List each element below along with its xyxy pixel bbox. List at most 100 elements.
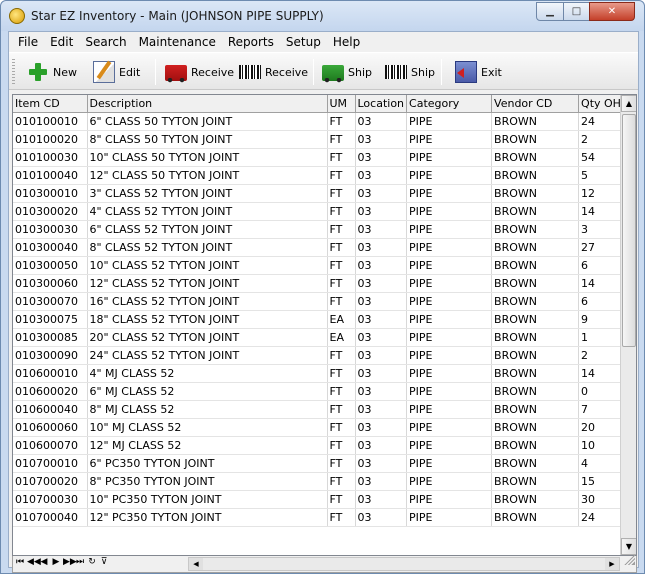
cell-location[interactable]: 03: [355, 274, 408, 293]
column-header-vendor-cd[interactable]: Vendor CD: [491, 95, 580, 113]
cell-item-cd[interactable]: 010300090: [13, 346, 88, 365]
cell-location[interactable]: 03: [355, 472, 408, 491]
nav-first-button[interactable]: ⏮: [15, 557, 25, 567]
cell-category[interactable]: PIPE: [406, 184, 493, 203]
cell-vendor-cd[interactable]: BROWN: [491, 364, 580, 383]
edit-button[interactable]: Edit: [93, 59, 140, 85]
cell-category[interactable]: PIPE: [406, 382, 493, 401]
table-row[interactable]: 010300090 24" CLASS 52 TYTON JOINT FT 03 PIP…: [13, 346, 624, 365]
cell-location[interactable]: 03: [355, 130, 408, 149]
cell-location[interactable]: 03: [355, 310, 408, 329]
cell-um[interactable]: FT: [327, 112, 356, 131]
cell-um[interactable]: FT: [327, 346, 356, 365]
cell-category[interactable]: PIPE: [406, 310, 493, 329]
receive-barcode-button[interactable]: Receive: [239, 59, 308, 85]
cell-description[interactable]: 12" PC350 TYTON JOINT: [87, 508, 328, 527]
cell-description[interactable]: 6" CLASS 52 TYTON JOINT: [87, 220, 328, 239]
table-row[interactable]: 010300070 16" CLASS 52 TYTON JOINT FT 03 PIP…: [13, 292, 624, 311]
cell-item-cd[interactable]: 010600020: [13, 382, 88, 401]
cell-um[interactable]: FT: [327, 274, 356, 293]
cell-category[interactable]: PIPE: [406, 130, 493, 149]
table-row[interactable]: 010100040 12" CLASS 50 TYTON JOINT FT 03 PIP…: [13, 166, 624, 185]
cell-vendor-cd[interactable]: BROWN: [491, 382, 580, 401]
ship-button[interactable]: Ship: [322, 59, 372, 85]
cell-category[interactable]: PIPE: [406, 148, 493, 167]
cell-um[interactable]: FT: [327, 256, 356, 275]
cell-qty-oh[interactable]: 7: [578, 400, 624, 419]
cell-description[interactable]: 8" CLASS 50 TYTON JOINT: [87, 130, 328, 149]
cell-item-cd[interactable]: 010300050: [13, 256, 88, 275]
cell-description[interactable]: 10" PC350 TYTON JOINT: [87, 490, 328, 509]
vertical-scrollbar[interactable]: ▲ ▼: [620, 95, 636, 555]
minimize-button[interactable]: ▁: [536, 2, 564, 21]
cell-item-cd[interactable]: 010700040: [13, 508, 88, 527]
cell-category[interactable]: PIPE: [406, 400, 493, 419]
cell-location[interactable]: 03: [355, 220, 408, 239]
cell-qty-oh[interactable]: 14: [578, 364, 624, 383]
cell-item-cd[interactable]: 010600070: [13, 436, 88, 455]
table-row[interactable]: 010600020 6" MJ CLASS 52 FT 03 PIPE BROWN 0: [13, 382, 624, 401]
cell-um[interactable]: FT: [327, 418, 356, 437]
cell-location[interactable]: 03: [355, 148, 408, 167]
cell-category[interactable]: PIPE: [406, 202, 493, 221]
cell-item-cd[interactable]: 010300085: [13, 328, 88, 347]
cell-qty-oh[interactable]: 24: [578, 112, 624, 131]
cell-location[interactable]: 03: [355, 202, 408, 221]
cell-vendor-cd[interactable]: BROWN: [491, 472, 580, 491]
cell-qty-oh[interactable]: 24: [578, 508, 624, 527]
new-button[interactable]: New: [27, 59, 77, 85]
nav-prior-page-button[interactable]: ◀◀: [27, 557, 41, 567]
cell-category[interactable]: PIPE: [406, 112, 493, 131]
table-row[interactable]: 010300050 10" CLASS 52 TYTON JOINT FT 03 PIP…: [13, 256, 624, 275]
cell-description[interactable]: 20" CLASS 52 TYTON JOINT: [87, 328, 328, 347]
menu-reports[interactable]: Reports: [222, 35, 280, 49]
cell-item-cd[interactable]: 010100010: [13, 112, 88, 131]
cell-description[interactable]: 4" MJ CLASS 52: [87, 364, 328, 383]
cell-vendor-cd[interactable]: BROWN: [491, 436, 580, 455]
table-row[interactable]: 010300030 6" CLASS 52 TYTON JOINT FT 03 PIPE…: [13, 220, 624, 239]
cell-category[interactable]: PIPE: [406, 508, 493, 527]
cell-um[interactable]: FT: [327, 238, 356, 257]
cell-vendor-cd[interactable]: BROWN: [491, 148, 580, 167]
cell-vendor-cd[interactable]: BROWN: [491, 400, 580, 419]
cell-category[interactable]: PIPE: [406, 436, 493, 455]
cell-qty-oh[interactable]: 0: [578, 382, 624, 401]
cell-description[interactable]: 6" CLASS 50 TYTON JOINT: [87, 112, 328, 131]
close-button[interactable]: ✕: [589, 2, 635, 21]
table-row[interactable]: 010100020 8" CLASS 50 TYTON JOINT FT 03 PIPE…: [13, 130, 624, 149]
scroll-left-button[interactable]: ◀: [189, 558, 203, 570]
cell-vendor-cd[interactable]: BROWN: [491, 274, 580, 293]
cell-description[interactable]: 10" CLASS 50 TYTON JOINT: [87, 148, 328, 167]
column-header-item-cd[interactable]: Item CD: [13, 95, 88, 113]
table-row[interactable]: 010300075 18" CLASS 52 TYTON JOINT EA 03 PIP…: [13, 310, 624, 329]
cell-description[interactable]: 10" CLASS 52 TYTON JOINT: [87, 256, 328, 275]
cell-vendor-cd[interactable]: BROWN: [491, 220, 580, 239]
cell-description[interactable]: 12" CLASS 50 TYTON JOINT: [87, 166, 328, 185]
cell-description[interactable]: 8" MJ CLASS 52: [87, 400, 328, 419]
cell-item-cd[interactable]: 010300060: [13, 274, 88, 293]
cell-location[interactable]: 03: [355, 166, 408, 185]
cell-vendor-cd[interactable]: BROWN: [491, 490, 580, 509]
cell-category[interactable]: PIPE: [406, 256, 493, 275]
cell-location[interactable]: 03: [355, 328, 408, 347]
table-row[interactable]: 010100030 10" CLASS 50 TYTON JOINT FT 03 PIP…: [13, 148, 624, 167]
cell-vendor-cd[interactable]: BROWN: [491, 166, 580, 185]
cell-category[interactable]: PIPE: [406, 328, 493, 347]
table-row[interactable]: 010700040 12" PC350 TYTON JOINT FT 03 PIPE BR…: [13, 508, 624, 527]
cell-category[interactable]: PIPE: [406, 454, 493, 473]
exit-button[interactable]: Exit: [455, 59, 502, 85]
menu-file[interactable]: File: [12, 35, 44, 49]
cell-vendor-cd[interactable]: BROWN: [491, 184, 580, 203]
cell-location[interactable]: 03: [355, 436, 408, 455]
cell-vendor-cd[interactable]: BROWN: [491, 202, 580, 221]
cell-qty-oh[interactable]: 4: [578, 454, 624, 473]
cell-location[interactable]: 03: [355, 400, 408, 419]
cell-um[interactable]: FT: [327, 130, 356, 149]
cell-description[interactable]: 8" PC350 TYTON JOINT: [87, 472, 328, 491]
nav-last-button[interactable]: ⏭: [75, 557, 85, 567]
column-header-um[interactable]: UM: [327, 95, 356, 113]
cell-vendor-cd[interactable]: BROWN: [491, 454, 580, 473]
cell-qty-oh[interactable]: 15: [578, 472, 624, 491]
cell-um[interactable]: EA: [327, 310, 356, 329]
cell-qty-oh[interactable]: 6: [578, 256, 624, 275]
